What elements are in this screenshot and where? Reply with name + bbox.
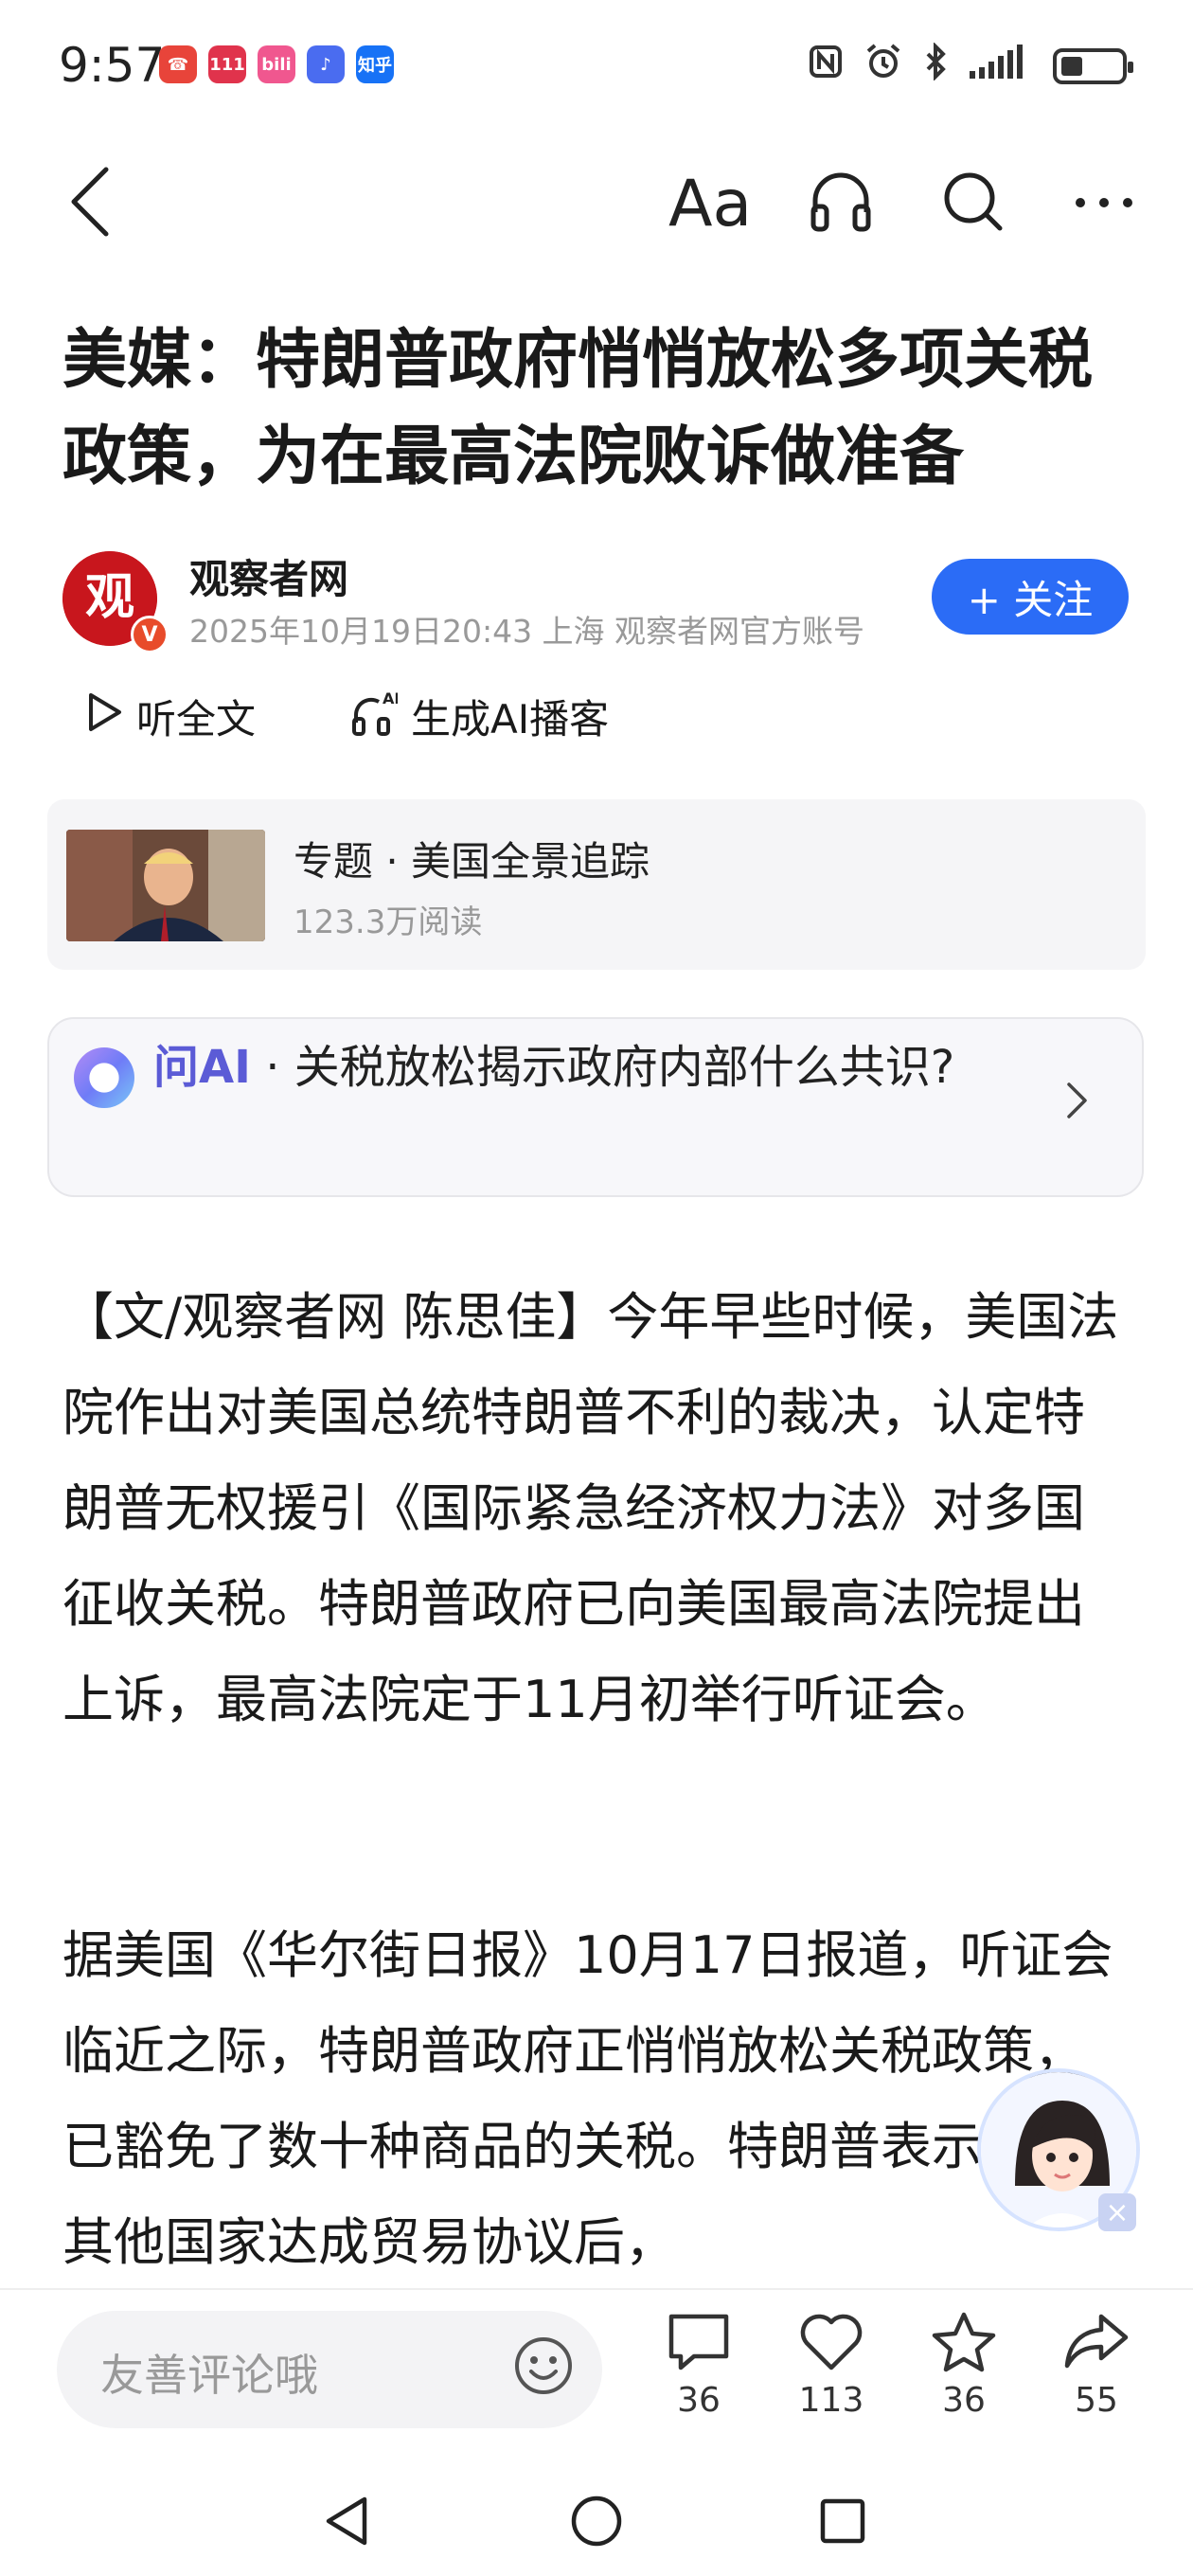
bluetooth-icon bbox=[922, 42, 949, 89]
circle-home-icon bbox=[570, 2495, 623, 2551]
comment-placeholder: 友善评论哦 bbox=[100, 2350, 318, 2401]
bilibili-icon: bili bbox=[258, 45, 295, 83]
shares-count: 55 bbox=[1075, 2381, 1118, 2420]
topic-reads: 123.3万阅读 bbox=[294, 903, 483, 941]
author-name[interactable]: 观察者网 bbox=[189, 547, 348, 605]
status-icons bbox=[807, 42, 1133, 90]
more-icon bbox=[1074, 195, 1134, 213]
ai-headphones-icon: AI bbox=[350, 689, 400, 745]
ai-podcast-button[interactable]: AI 生成AI播客 bbox=[350, 688, 609, 745]
search-button[interactable] bbox=[937, 163, 1009, 244]
ai-podcast-label: 生成AI播客 bbox=[411, 696, 610, 742]
more-button[interactable] bbox=[1070, 163, 1138, 244]
article-paragraph: 据美国《华尔街日报》10月17日报道，听证会临近之际，特朗普政府正悄悄放松关税政… bbox=[62, 1925, 1113, 2272]
comment-icon bbox=[666, 2311, 732, 2377]
share-button[interactable]: 55 bbox=[1049, 2311, 1144, 2420]
avatar-logo-text: 观 bbox=[85, 569, 134, 626]
square-recents-icon bbox=[819, 2497, 866, 2549]
ai-assistant-icon bbox=[74, 1047, 134, 1108]
topic-title[interactable]: 专题 · 美国全景追踪 bbox=[294, 830, 650, 887]
emoji-icon[interactable] bbox=[513, 2335, 574, 2400]
heart-icon bbox=[798, 2311, 864, 2377]
ask-ai-label: 问AI bbox=[153, 1041, 252, 1094]
battery-icon bbox=[1053, 47, 1133, 84]
share-icon bbox=[1063, 2311, 1130, 2377]
comments-count: 36 bbox=[677, 2381, 721, 2420]
ask-ai-question: · 关税放松揭示政府内部什么共识? bbox=[251, 1041, 955, 1094]
listen-full-button[interactable]: 听全文 bbox=[85, 688, 256, 745]
favorite-button[interactable]: 36 bbox=[917, 2311, 1011, 2420]
missed-call-icon: ☎ bbox=[159, 45, 197, 83]
search-icon bbox=[940, 169, 1006, 239]
music-app-icon: ♪ bbox=[307, 45, 345, 83]
listen-button[interactable] bbox=[805, 163, 877, 244]
star-icon bbox=[931, 2311, 997, 2377]
likes-count: 113 bbox=[798, 2381, 864, 2420]
article-title: 美媒：特朗普政府悄悄放松多项关税政策，为在最高法院败诉做准备 bbox=[62, 323, 1094, 494]
system-back-button[interactable] bbox=[309, 2485, 384, 2561]
game-app-icon: 111 bbox=[208, 45, 246, 83]
chevron-right-icon bbox=[1066, 1082, 1089, 1123]
notification-icons: ☎ 111 bili ♪ 知乎 bbox=[159, 45, 394, 83]
font-size-button[interactable]: Aa bbox=[668, 161, 752, 246]
close-assistant-button[interactable]: × bbox=[1098, 2193, 1136, 2231]
like-button[interactable]: 113 bbox=[784, 2311, 879, 2420]
article-paragraph: 【文/观察者网 陈思佳】今年早些时候，美国法院作出对美国总统特朗普不利的裁决，认… bbox=[62, 1287, 1119, 1729]
zhihu-icon: 知乎 bbox=[356, 45, 394, 83]
triangle-back-icon bbox=[323, 2496, 370, 2550]
article-meta: 2025年10月19日20:43 上海 观察者网官方账号 bbox=[189, 613, 865, 650]
verified-badge-icon: V bbox=[131, 616, 169, 653]
system-home-button[interactable] bbox=[559, 2485, 634, 2561]
ask-ai-text[interactable]: 问AI · 关税放松揭示政府内部什么共识? bbox=[153, 1038, 987, 1097]
play-icon bbox=[85, 691, 123, 742]
nfc-icon bbox=[807, 43, 845, 89]
chevron-left-icon bbox=[68, 166, 112, 242]
status-time: 9:57 bbox=[59, 38, 166, 93]
system-recents-button[interactable] bbox=[805, 2485, 881, 2561]
headphones-icon bbox=[808, 169, 874, 239]
favorites-count: 36 bbox=[942, 2381, 986, 2420]
follow-button[interactable]: + 关注 bbox=[932, 559, 1129, 635]
comments-button[interactable]: 36 bbox=[651, 2311, 746, 2420]
listen-full-label: 听全文 bbox=[136, 696, 257, 742]
svg-text:AI: AI bbox=[383, 689, 398, 707]
alarm-icon bbox=[864, 42, 903, 90]
topic-thumbnail bbox=[66, 830, 265, 941]
signal-icon bbox=[968, 43, 1034, 89]
back-button[interactable] bbox=[57, 161, 123, 246]
